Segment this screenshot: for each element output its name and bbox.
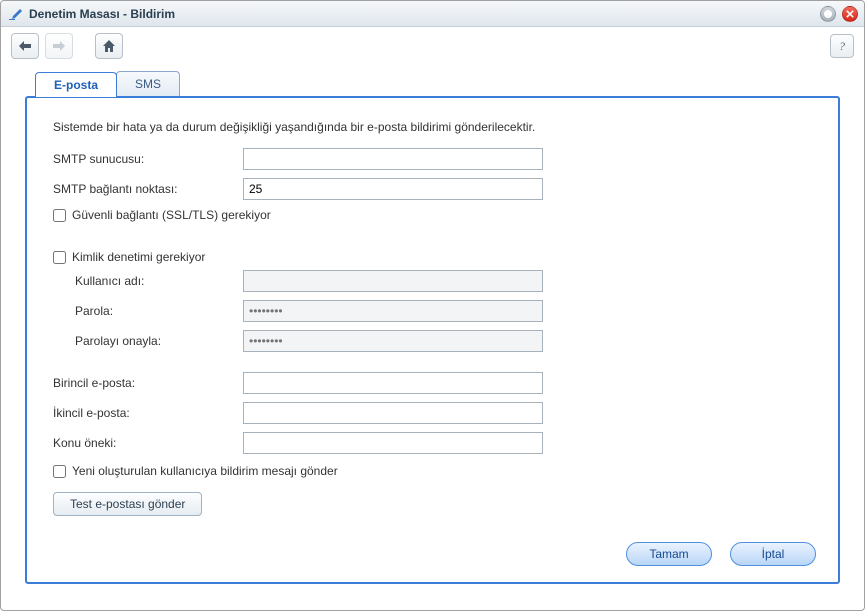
- titlebar-help-button[interactable]: [820, 6, 836, 22]
- username-label: Kullanıcı adı:: [53, 274, 243, 288]
- content-area: E-posta SMS Sistemde bir hata ya da duru…: [1, 65, 864, 610]
- smtp-server-label: SMTP sunucusu:: [53, 152, 243, 166]
- tab-bar: E-posta SMS: [35, 71, 840, 96]
- username-input[interactable]: [243, 270, 543, 292]
- ssl-checkbox[interactable]: [53, 209, 66, 222]
- app-icon: [7, 6, 23, 22]
- primary-email-input[interactable]: [243, 372, 543, 394]
- confirm-password-label: Parolayı onayla:: [53, 334, 243, 348]
- ssl-label: Güvenli bağlantı (SSL/TLS) gerekiyor: [72, 208, 271, 222]
- password-input[interactable]: [243, 300, 543, 322]
- toolbar: ?: [1, 27, 864, 65]
- subject-prefix-input[interactable]: [243, 432, 543, 454]
- tab-sms[interactable]: SMS: [116, 71, 180, 96]
- back-button[interactable]: [11, 33, 39, 59]
- auth-checkbox[interactable]: [53, 251, 66, 264]
- notify-new-user-checkbox[interactable]: [53, 465, 66, 478]
- subject-prefix-label: Konu öneki:: [53, 436, 243, 450]
- forward-button[interactable]: [45, 33, 73, 59]
- app-window: Denetim Masası - Bildirim ? E-posta SMS …: [0, 0, 865, 611]
- primary-email-label: Birincil e-posta:: [53, 376, 243, 390]
- cancel-button[interactable]: İptal: [730, 542, 816, 566]
- home-button[interactable]: [95, 33, 123, 59]
- smtp-port-input[interactable]: [243, 178, 543, 200]
- auth-label: Kimlik denetimi gerekiyor: [72, 250, 205, 264]
- ok-button[interactable]: Tamam: [626, 542, 712, 566]
- smtp-port-label: SMTP bağlantı noktası:: [53, 182, 243, 196]
- secondary-email-label: İkincil e-posta:: [53, 406, 243, 420]
- confirm-password-input[interactable]: [243, 330, 543, 352]
- panel-description: Sistemde bir hata ya da durum değişikliğ…: [53, 120, 812, 134]
- tab-email[interactable]: E-posta: [35, 72, 117, 97]
- email-panel: Sistemde bir hata ya da durum değişikliğ…: [25, 96, 840, 584]
- help-button[interactable]: ?: [830, 34, 854, 58]
- smtp-server-input[interactable]: [243, 148, 543, 170]
- send-test-email-button[interactable]: Test e-postası gönder: [53, 492, 202, 516]
- window-title: Denetim Masası - Bildirim: [29, 7, 814, 21]
- panel-footer: Tamam İptal: [626, 542, 816, 566]
- titlebar: Denetim Masası - Bildirim: [1, 1, 864, 27]
- password-label: Parola:: [53, 304, 243, 318]
- notify-new-user-label: Yeni oluşturulan kullanıcıya bildirim me…: [72, 464, 338, 478]
- titlebar-close-button[interactable]: [842, 6, 858, 22]
- secondary-email-input[interactable]: [243, 402, 543, 424]
